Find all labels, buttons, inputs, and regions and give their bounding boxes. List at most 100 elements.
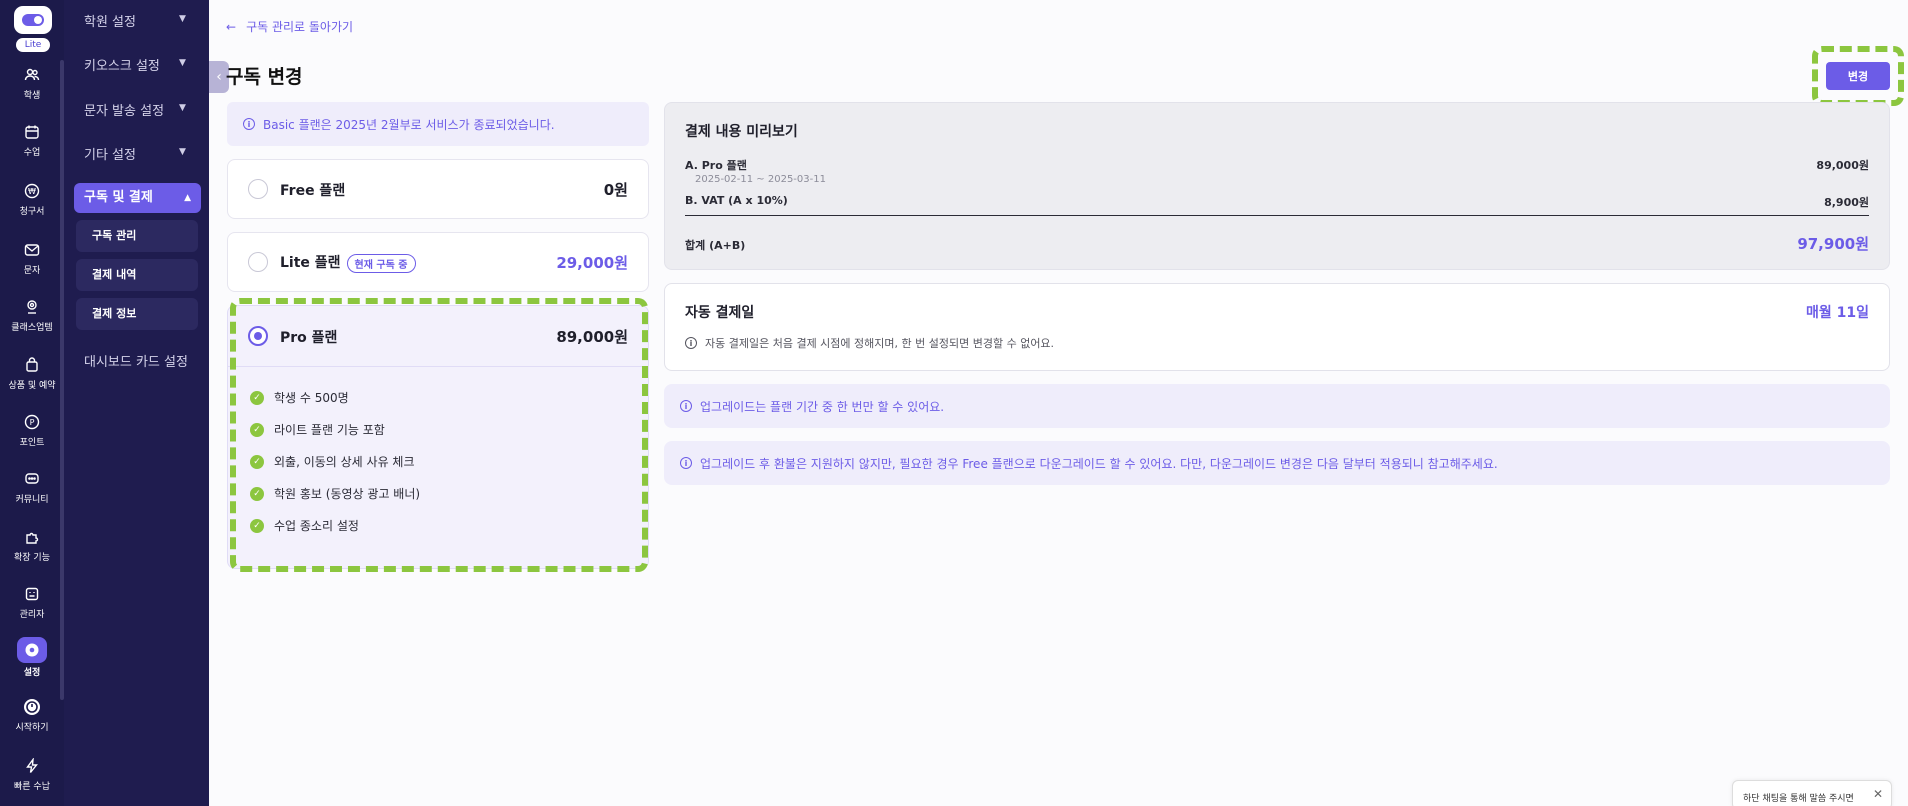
subnav-subscription-manage[interactable]: 구독 관리 xyxy=(76,220,198,252)
pin-icon xyxy=(21,296,43,318)
basic-plan-notice: i Basic 플랜은 2025년 2월부로 서비스가 종료되었습니다. xyxy=(227,102,649,146)
rail-item-sms[interactable]: 문자 xyxy=(0,239,64,276)
notice-text: 업그레이드는 플랜 기간 중 한 번만 할 수 있어요. xyxy=(700,399,945,414)
preview-total-label: 합계 (A+B) xyxy=(685,239,746,252)
subnav-sms-settings[interactable]: 문자 발송 설정 xyxy=(84,100,164,119)
chevron-down-icon: ▼ xyxy=(179,147,186,157)
back-link[interactable]: ← 구독 관리로 돌아가기 xyxy=(226,18,353,35)
radio-free[interactable] xyxy=(248,179,268,199)
plan-name: Lite 플랜 xyxy=(280,255,341,271)
plan-option-lite[interactable]: Lite 플랜 현재 구독 중 29,000원 xyxy=(227,232,649,292)
chevron-down-icon: ▼ xyxy=(179,14,186,24)
won-icon: ₩ xyxy=(21,180,43,202)
rail-label: 학생 xyxy=(23,91,41,101)
info-icon: i xyxy=(685,337,697,349)
autopay-desc: i 자동 결제일은 처음 결제 시점에 정해지며, 한 번 설정되면 변경할 수… xyxy=(685,335,1054,351)
plan-badge: Lite xyxy=(16,38,50,52)
rail-item-students[interactable]: 학생 xyxy=(0,64,64,101)
preview-b-value: 8,900원 xyxy=(1824,196,1869,209)
rail-item-invoice[interactable]: ₩ 청구서 xyxy=(0,180,64,217)
rail-label: 커뮤니티 xyxy=(15,495,49,505)
start-icon xyxy=(21,696,43,718)
back-label: 구독 관리로 돌아가기 xyxy=(246,20,354,34)
chevron-up-icon: ▲ xyxy=(184,193,191,203)
rail-label: 포인트 xyxy=(19,438,45,448)
info-icon: i xyxy=(680,457,692,469)
rail-item-classes[interactable]: 수업 xyxy=(0,121,64,158)
mail-icon xyxy=(21,239,43,261)
subnav-payment-info[interactable]: 결제 정보 xyxy=(76,298,198,330)
notice-text: 업그레이드 후 환불은 지원하지 않지만, 필요한 경우 Free 플랜으로 다… xyxy=(700,456,1498,471)
rail-label: 상품 및 예약 xyxy=(8,381,56,391)
plan-name: Free 플랜 xyxy=(280,183,346,199)
pro-plan-highlight xyxy=(230,298,648,572)
close-icon[interactable]: ✕ xyxy=(1873,787,1883,801)
calendar-icon xyxy=(21,121,43,143)
rail-label: 클래스업템 xyxy=(11,323,53,333)
info-icon: i xyxy=(243,118,255,130)
settings-sidebar: 학원 설정 ▼ 키오스크 설정 ▼ 문자 발송 설정 ▼ 기타 설정 ▼ 구독 … xyxy=(64,0,209,806)
gear-icon xyxy=(17,637,47,663)
radio-lite[interactable] xyxy=(248,252,268,272)
plan-name-wrap: Lite 플랜 현재 구독 중 xyxy=(280,252,416,273)
users-icon xyxy=(21,64,43,86)
preview-b-label: B. VAT (A x 10%) xyxy=(685,194,788,207)
rail-item-extensions[interactable]: 확장 기능 xyxy=(0,526,64,563)
rail-item-settings[interactable]: 설정 xyxy=(0,637,64,678)
divider xyxy=(685,215,1869,216)
app-logo[interactable] xyxy=(14,6,52,34)
subnav-etc-settings[interactable]: 기타 설정 xyxy=(84,144,136,163)
subnav-dashboard-card-settings[interactable]: 대시보드 카드 설정 xyxy=(84,351,188,370)
chat-icon xyxy=(21,468,43,490)
preview-period: 2025-02-11 ~ 2025-03-11 xyxy=(695,174,826,185)
arrow-left-icon: ← xyxy=(226,19,237,34)
subnav-kiosk-settings[interactable]: 키오스크 설정 xyxy=(84,55,160,74)
rail-label: 청구서 xyxy=(19,207,45,217)
point-icon: P xyxy=(21,411,43,433)
page-title: 구독 변경 xyxy=(226,66,303,88)
svg-text:₩: ₩ xyxy=(28,187,36,196)
chevron-down-icon: ▼ xyxy=(179,103,186,113)
rail-label: 관리자 xyxy=(19,610,45,620)
toggle-logo-icon xyxy=(22,14,44,26)
chat-toast: 하단 채팅을 통해 말씀 주시면 ✕ xyxy=(1732,780,1892,806)
rail-label: 빠른 수납 xyxy=(14,782,50,792)
preview-a-label: A. Pro 플랜 xyxy=(685,159,747,172)
rail-item-admin[interactable]: 관리자 xyxy=(0,583,64,620)
refund-notice: i 업그레이드 후 환불은 지원하지 않지만, 필요한 경우 Free 플랜으로… xyxy=(664,441,1890,485)
svg-text:P: P xyxy=(30,418,35,427)
bolt-icon xyxy=(21,755,43,777)
rail-label: 확장 기능 xyxy=(14,553,50,563)
chevron-down-icon: ▼ xyxy=(179,58,186,68)
rail-label: 문자 xyxy=(23,266,41,276)
rail-item-start[interactable]: 시작하기 xyxy=(0,696,64,733)
icon-rail: Lite 학생 수업 ₩ 청구서 문자 클래스업템 상품 및 예약 P 포인트 … xyxy=(0,0,64,806)
rail-item-community[interactable]: 커뮤니티 xyxy=(0,468,64,505)
preview-title: 결제 내용 미리보기 xyxy=(685,124,798,140)
rail-label: 시작하기 xyxy=(15,723,49,733)
admin-icon xyxy=(21,583,43,605)
toast-text: 하단 채팅을 통해 말씀 주시면 xyxy=(1743,794,1854,804)
plan-price: 0원 xyxy=(603,181,628,199)
autopay-desc-text: 자동 결제일은 처음 결제 시점에 정해지며, 한 번 설정되면 변경할 수 없… xyxy=(705,337,1055,350)
autopay-title: 자동 결제일 xyxy=(685,305,755,321)
rail-item-products[interactable]: 상품 및 예약 xyxy=(0,354,64,391)
subnav-academy-settings[interactable]: 학원 설정 xyxy=(84,11,136,30)
subnav-subscription-payment[interactable]: 구독 및 결제 ▲ xyxy=(74,183,201,213)
preview-a-value: 89,000원 xyxy=(1816,159,1869,172)
payment-preview-card: 결제 내용 미리보기 A. Pro 플랜 89,000원 2025-02-11 … xyxy=(664,102,1890,270)
plan-option-free[interactable]: Free 플랜 0원 xyxy=(227,159,649,219)
subnav-payment-history[interactable]: 결제 내역 xyxy=(76,259,198,291)
info-icon: i xyxy=(680,400,692,412)
notice-text: Basic 플랜은 2025년 2월부로 서비스가 종료되었습니다. xyxy=(263,117,555,132)
subnav-group-label: 구독 및 결제 xyxy=(84,190,153,205)
rail-item-classup[interactable]: 클래스업템 xyxy=(0,296,64,333)
rail-item-quick-pay[interactable]: 빠른 수납 xyxy=(0,755,64,792)
preview-total-value: 97,900원 xyxy=(1797,235,1869,253)
bag-icon xyxy=(21,354,43,376)
rail-label: 설정 xyxy=(23,668,41,678)
rail-label: 수업 xyxy=(23,148,41,158)
upgrade-once-notice: i 업그레이드는 플랜 기간 중 한 번만 할 수 있어요. xyxy=(664,384,1890,428)
autopay-card: 자동 결제일 매월 11일 i 자동 결제일은 처음 결제 시점에 정해지며, … xyxy=(664,283,1890,371)
rail-item-points[interactable]: P 포인트 xyxy=(0,411,64,448)
